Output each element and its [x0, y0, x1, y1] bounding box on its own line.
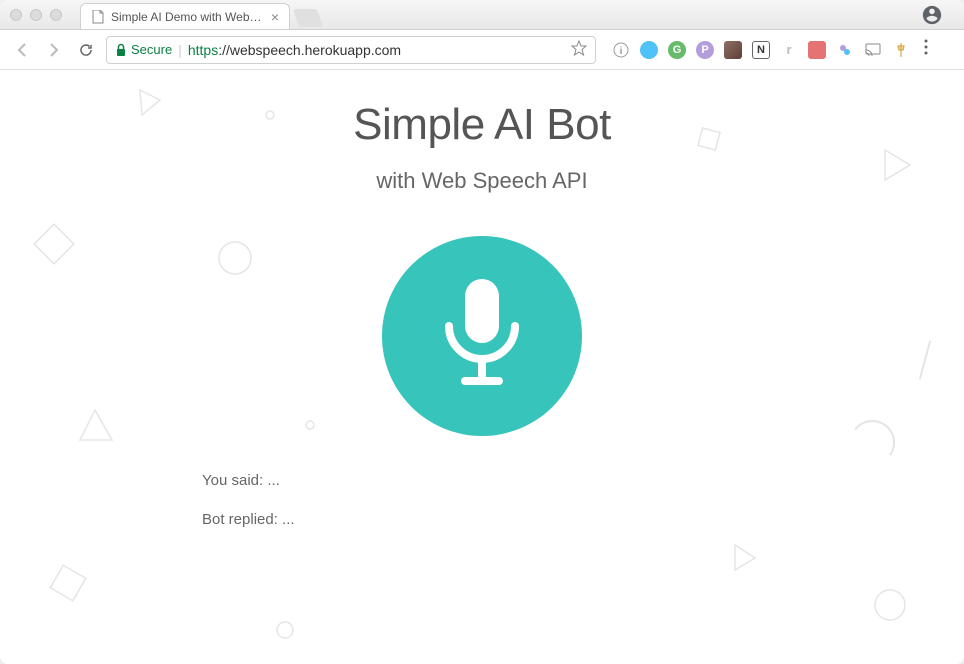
- bot-replied-value: ...: [282, 511, 295, 528]
- extension-icons: i G P N r: [612, 41, 910, 59]
- browser-menu-button[interactable]: [924, 39, 928, 60]
- forward-button[interactable]: [42, 38, 66, 62]
- new-tab-button[interactable]: [293, 9, 324, 27]
- close-window-button[interactable]: [10, 9, 22, 21]
- url: https://webspeech.herokuapp.com: [188, 42, 401, 58]
- secure-badge: Secure: [115, 42, 172, 57]
- conversation-area: You said: ... Bot replied: ...: [202, 472, 762, 550]
- lock-icon: [115, 43, 127, 57]
- url-domain: ://webspeech.herokuapp.com: [218, 42, 401, 58]
- extension-icon-green[interactable]: G: [668, 41, 686, 59]
- back-button[interactable]: [10, 38, 34, 62]
- bot-replied-line: Bot replied: ...: [202, 511, 762, 528]
- tab-title: Simple AI Demo with Web Spe...: [111, 10, 265, 24]
- toolbar: Secure | https://webspeech.herokuapp.com…: [0, 30, 964, 70]
- extension-icon-image[interactable]: [724, 41, 742, 59]
- microphone-button[interactable]: [382, 236, 582, 436]
- extension-icon-n[interactable]: N: [752, 41, 770, 59]
- address-bar[interactable]: Secure | https://webspeech.herokuapp.com: [106, 36, 596, 64]
- maximize-window-button[interactable]: [50, 9, 62, 21]
- extension-icon-blue[interactable]: [640, 41, 658, 59]
- browser-window: Simple AI Demo with Web Spe... ×: [0, 0, 964, 664]
- page-content: Simple AI Bot with Web Speech API You sa…: [0, 70, 964, 664]
- url-protocol: https: [188, 42, 218, 58]
- bookmark-star-button[interactable]: [571, 40, 587, 59]
- microphone-icon: [427, 271, 537, 401]
- traffic-lights: [10, 9, 62, 21]
- titlebar: Simple AI Demo with Web Spe... ×: [0, 0, 964, 30]
- svg-text:i: i: [620, 46, 623, 57]
- secure-label: Secure: [131, 42, 172, 57]
- account-icon[interactable]: [920, 3, 944, 27]
- browser-tab[interactable]: Simple AI Demo with Web Spe... ×: [80, 3, 290, 29]
- bot-replied-label: Bot replied:: [202, 511, 282, 528]
- extension-icon-r[interactable]: r: [780, 41, 798, 59]
- minimize-window-button[interactable]: [30, 9, 42, 21]
- extension-icon-red[interactable]: [808, 41, 826, 59]
- you-said-value: ...: [267, 472, 280, 489]
- extension-icon-purple[interactable]: P: [696, 41, 714, 59]
- extension-icon-pin[interactable]: [892, 41, 910, 59]
- cast-icon[interactable]: [864, 41, 882, 59]
- page-subtitle: with Web Speech API: [376, 168, 587, 194]
- extension-icon-info[interactable]: i: [612, 41, 630, 59]
- extension-icon-octo[interactable]: [836, 41, 854, 59]
- close-tab-button[interactable]: ×: [271, 10, 279, 24]
- page-title: Simple AI Bot: [353, 100, 611, 150]
- tab-strip: Simple AI Demo with Web Spe... ×: [80, 0, 320, 29]
- you-said-label: You said:: [202, 472, 267, 489]
- file-icon: [91, 10, 105, 24]
- reload-button[interactable]: [74, 38, 98, 62]
- you-said-line: You said: ...: [202, 472, 762, 489]
